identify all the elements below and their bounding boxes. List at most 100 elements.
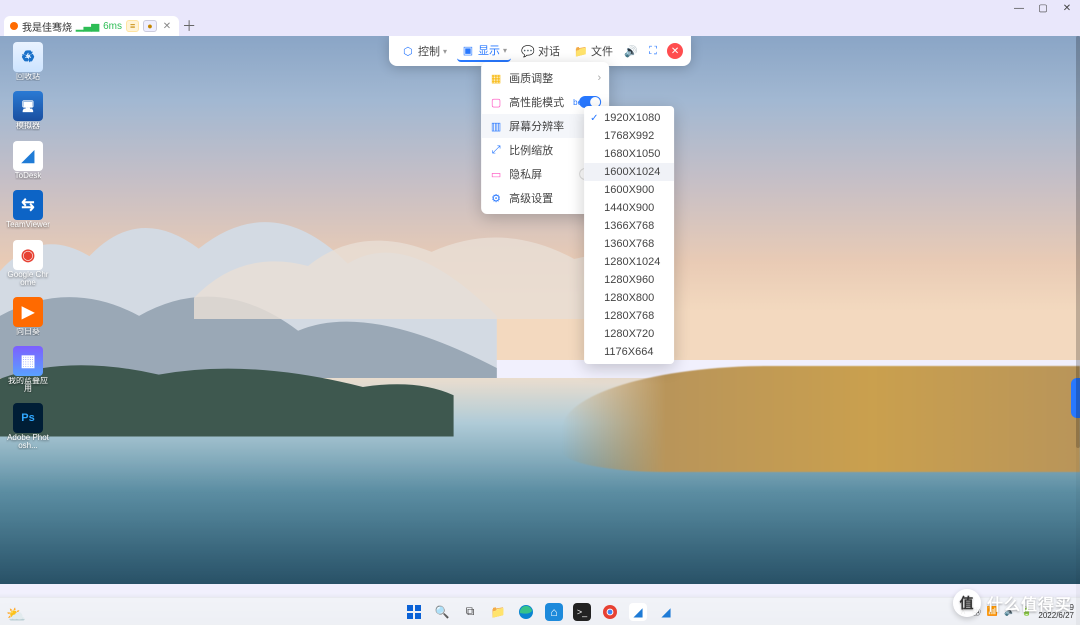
toolbar-chat[interactable]: 💬 对话 xyxy=(517,41,564,61)
photoshop-icon: Ps xyxy=(13,403,43,433)
menu-resolution-label: 屏幕分辨率 xyxy=(509,118,564,134)
disconnect-button[interactable]: ✕ xyxy=(667,43,683,59)
lightning-icon: ▢ xyxy=(489,95,503,109)
desktop-icon-label: 我的蓝叠应用 xyxy=(6,377,50,393)
gear-icon: ⚙ xyxy=(489,191,503,205)
titlebar: — ▢ ✕ xyxy=(0,0,1080,16)
resolution-option[interactable]: 1768X992 xyxy=(584,127,674,145)
desktop-icon-todesk[interactable]: ◢ToDesk xyxy=(6,141,50,180)
tab-bar: 我是佳骞烧 ▁▃▅ 6ms ≡ ● ✕ ＋ xyxy=(0,16,1080,36)
thispc-icon: 🖥 xyxy=(13,91,43,121)
resolution-option[interactable]: 1440X900 xyxy=(584,199,674,217)
toolbar-control-label: 控制 xyxy=(418,43,440,59)
menu-privacy-label: 隐私屏 xyxy=(509,166,542,182)
teamviewer-icon: ⇆ xyxy=(13,190,43,220)
privacy-icon: ▭ xyxy=(489,167,503,181)
taskbar-center: 🔍 ⧉ 📁 ⌂ >_ ◢ ◢ xyxy=(405,603,675,621)
terminal-icon[interactable]: >_ xyxy=(573,603,591,621)
close-button[interactable]: ✕ xyxy=(1060,1,1074,15)
scrollbar-thumb[interactable] xyxy=(1076,36,1080,448)
control-icon: ⬡ xyxy=(401,44,415,58)
chrome-icon[interactable] xyxy=(601,603,619,621)
resolution-option[interactable]: 1920X1080 xyxy=(584,109,674,127)
toolbar-display-label: 显示 xyxy=(478,42,500,58)
session-tab[interactable]: 我是佳骞烧 ▁▃▅ 6ms ≡ ● ✕ xyxy=(4,16,179,36)
todesk-taskbar-icon[interactable]: ◢ xyxy=(629,603,647,621)
desktop-icons: ♻回收站 🖥模拟器 ◢ToDesk ⇆TeamViewer ◉Google Chrome… xyxy=(6,42,50,450)
resolution-option[interactable]: 1280X800 xyxy=(584,289,674,307)
watermark-text: 什么值得买 xyxy=(987,591,1072,615)
resolution-option[interactable]: 1280X1024 xyxy=(584,253,674,271)
search-button[interactable]: 🔍 xyxy=(433,603,451,621)
taskview-button[interactable]: ⧉ xyxy=(461,603,479,621)
session-tab-title: 我是佳骞烧 xyxy=(22,19,72,34)
quality-icon: ▦ xyxy=(489,71,503,85)
resolution-icon: ▥ xyxy=(489,119,503,133)
remote-desktop[interactable]: ♻回收站🖥模拟器◢ToDesk⇆TeamViewer◉Google Chrome… xyxy=(0,36,1080,625)
sound-button[interactable]: 🔊 xyxy=(623,43,639,59)
store-icon[interactable]: ⌂ xyxy=(545,603,563,621)
resolution-option[interactable]: 1280X768 xyxy=(584,307,674,325)
desktop-icon-label: Google Chrome xyxy=(6,271,50,287)
desktop-icon-label: Adobe Photosh... xyxy=(6,434,50,450)
chat-icon: 💬 xyxy=(521,44,535,58)
desktop-icon-label: 回收站 xyxy=(16,73,40,81)
start-button[interactable] xyxy=(405,603,423,621)
desktop-icon-thispc[interactable]: 🖥模拟器 xyxy=(6,91,50,130)
sunflower-taskbar-icon[interactable]: ◢ xyxy=(657,603,675,621)
display-icon: ▣ xyxy=(461,43,475,57)
menu-quality[interactable]: ▦ 画质调整 xyxy=(481,66,609,90)
todesk-icon: ◢ xyxy=(13,141,43,171)
desktop-icon-apps[interactable]: ▦我的蓝叠应用 xyxy=(6,346,50,393)
toolbar-file[interactable]: 📁 文件 xyxy=(570,41,617,61)
chrome-icon: ◉ xyxy=(13,240,43,270)
edge-icon[interactable] xyxy=(517,603,535,621)
minimize-button[interactable]: — xyxy=(1012,1,1026,15)
toolbar-chat-label: 对话 xyxy=(538,43,560,59)
scale-icon: ⤢ xyxy=(489,143,503,157)
menu-advanced-label: 高级设置 xyxy=(509,190,553,206)
toolbar-display[interactable]: ▣ 显示 ▾ xyxy=(457,40,511,62)
desktop-icon-sunflower[interactable]: ▶向日葵 xyxy=(6,297,50,336)
resolution-option[interactable]: 1600X1024 xyxy=(584,163,674,181)
recycle-icon: ♻ xyxy=(13,42,43,72)
resolution-option[interactable]: 1280X960 xyxy=(584,271,674,289)
desktop-icon-label: 向日葵 xyxy=(16,328,40,336)
folder-icon: 📁 xyxy=(574,44,588,58)
desktop-icon-label: 模拟器 xyxy=(16,122,40,130)
resolution-option[interactable]: 1360X768 xyxy=(584,235,674,253)
resolution-option[interactable]: 1366X768 xyxy=(584,217,674,235)
resolution-submenu: 1920X10801768X9921680X10501600X10241600X… xyxy=(584,106,674,364)
resolution-option[interactable]: 1176X664 xyxy=(584,343,674,361)
desktop-icon-recycle[interactable]: ♻回收站 xyxy=(6,42,50,81)
chevron-down-icon: ▾ xyxy=(443,47,447,56)
watermark-badge-icon: 值 xyxy=(953,589,981,617)
maximize-button[interactable]: ▢ xyxy=(1036,1,1050,15)
tab-close-button[interactable]: ✕ xyxy=(161,21,173,32)
lock-badge-icon: ● xyxy=(143,20,156,32)
scrollbar-vertical[interactable] xyxy=(1076,36,1080,625)
resolution-option[interactable]: 1680X1050 xyxy=(584,145,674,163)
menu-hiperf-label: 高性能模式 xyxy=(509,94,564,110)
weather-icon[interactable]: ⛅ xyxy=(6,605,20,619)
sunflower-icon: ▶ xyxy=(13,297,43,327)
resolution-option[interactable]: 1600X900 xyxy=(584,181,674,199)
desktop-icon-teamviewer[interactable]: ⇆TeamViewer xyxy=(6,190,50,229)
desktop-icon-chrome[interactable]: ◉Google Chrome xyxy=(6,240,50,287)
latency-label: 6ms xyxy=(103,21,122,32)
desktop-icon-photoshop[interactable]: PsAdobe Photosh... xyxy=(6,403,50,450)
signal-icon: ▁▃▅ xyxy=(76,21,99,32)
watermark: 值 什么值得买 xyxy=(953,589,1072,617)
toolbar-control[interactable]: ⬡ 控制 ▾ xyxy=(397,41,451,61)
chevron-down-icon: ▾ xyxy=(503,46,507,55)
new-tab-button[interactable]: ＋ xyxy=(179,16,199,36)
taskbar[interactable]: ⛅ 🔍 ⧉ 📁 ⌂ >_ ◢ ◢ ˄ ㊥ 📶 🔈 🔋 xyxy=(0,597,1080,625)
fullscreen-button[interactable]: ⛶ xyxy=(645,43,661,59)
menu-quality-label: 画质调整 xyxy=(509,70,553,86)
resolution-option[interactable]: 1280X720 xyxy=(584,325,674,343)
toolbar-file-label: 文件 xyxy=(591,43,613,59)
desktop-icon-label: TeamViewer xyxy=(6,221,50,229)
apps-icon: ▦ xyxy=(13,346,43,376)
explorer-icon[interactable]: 📁 xyxy=(489,603,507,621)
desktop-icon-label: ToDesk xyxy=(15,172,42,180)
